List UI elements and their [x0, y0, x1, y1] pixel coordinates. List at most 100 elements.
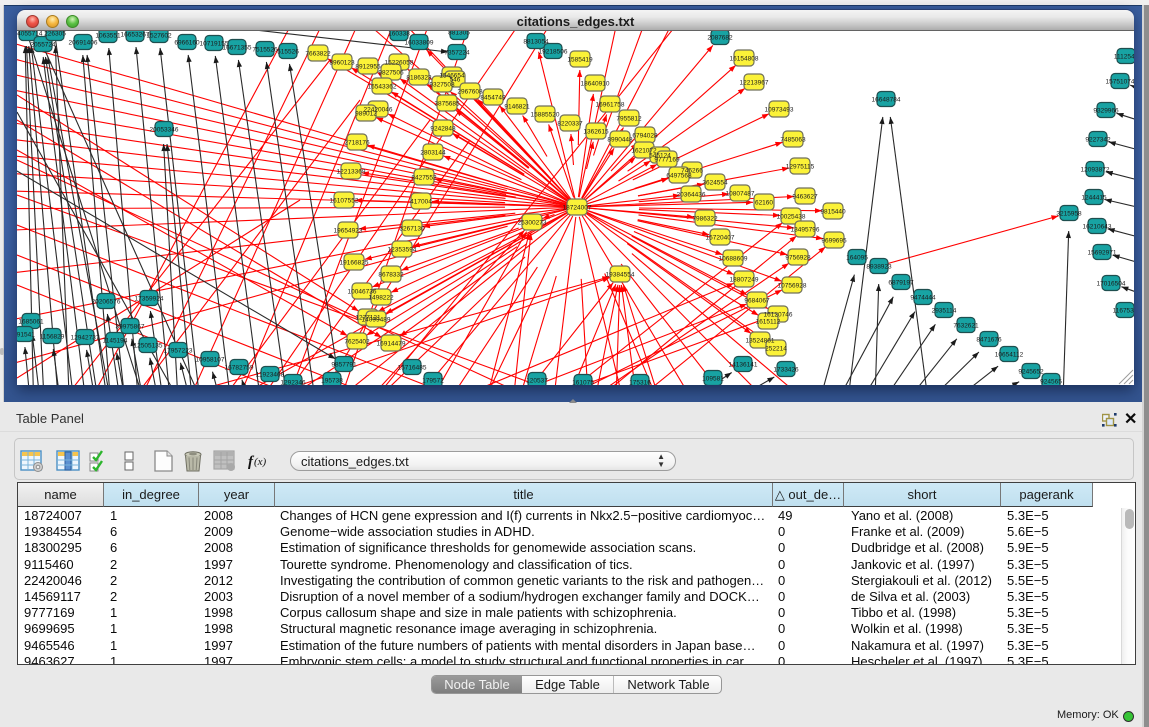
svg-text:16914479: 16914479: [377, 341, 406, 348]
svg-text:9327508: 9327508: [429, 82, 455, 89]
svg-text:16648784: 16648784: [872, 97, 901, 104]
svg-text:25300273: 25300273: [518, 220, 547, 227]
svg-text:7632621: 7632621: [953, 323, 979, 330]
svg-text:1167534: 1167534: [1113, 308, 1134, 315]
svg-text:195738: 195738: [321, 378, 343, 385]
svg-text:2935114: 2935114: [932, 308, 957, 315]
svg-text:19384554: 19384554: [606, 272, 635, 279]
svg-text:14055714: 14055714: [17, 31, 43, 38]
svg-text:18640910: 18640910: [581, 81, 610, 88]
svg-text:10654112: 10654112: [995, 352, 1024, 359]
svg-text:39975867: 39975867: [116, 324, 145, 331]
svg-text:2803144: 2803144: [420, 150, 446, 157]
svg-text:8990448: 8990448: [607, 137, 633, 144]
svg-text:1063551: 1063551: [95, 33, 121, 40]
svg-text:16961758: 16961758: [596, 102, 625, 109]
svg-text:924565: 924565: [1040, 379, 1062, 386]
svg-text:13524861: 13524861: [746, 338, 775, 345]
svg-text:10973493: 10973493: [765, 107, 794, 114]
svg-text:17016504: 17016504: [1097, 281, 1126, 288]
svg-text:10958107: 10958107: [196, 357, 225, 364]
svg-text:1112549: 1112549: [1114, 54, 1134, 61]
svg-text:1615112: 1615112: [756, 319, 781, 326]
svg-text:20364436: 20364436: [677, 192, 706, 199]
svg-text:881305: 881305: [448, 31, 470, 37]
svg-text:6794028: 6794028: [632, 133, 658, 140]
svg-text:20206576: 20206576: [92, 299, 121, 306]
svg-text:8960123: 8960123: [329, 60, 355, 67]
svg-text:16210643: 16210643: [1083, 224, 1112, 231]
svg-text:3267130: 3267130: [399, 226, 425, 233]
svg-text:12505135: 12505135: [134, 343, 163, 350]
svg-text:109581: 109581: [702, 376, 724, 383]
svg-text:164095: 164095: [846, 255, 868, 262]
svg-text:7357224: 7357224: [444, 50, 470, 57]
svg-text:9329966: 9329966: [1093, 108, 1119, 115]
svg-text:9463627: 9463627: [792, 194, 818, 201]
svg-text:8678332: 8678332: [378, 272, 404, 279]
svg-text:226305: 226305: [44, 31, 66, 38]
svg-text:16120746: 16120746: [764, 312, 793, 319]
svg-text:9857791: 9857791: [331, 362, 357, 369]
svg-text:11923468: 11923468: [256, 372, 285, 379]
svg-text:62160: 62160: [755, 200, 773, 207]
svg-text:16671355: 16671355: [223, 45, 252, 52]
svg-text:19166825: 19166825: [340, 260, 369, 267]
svg-text:8813054: 8813054: [523, 39, 549, 46]
svg-text:1585419: 1585419: [567, 57, 593, 64]
svg-text:9242848: 9242848: [430, 126, 456, 133]
svg-text:1498222: 1498222: [368, 295, 394, 302]
svg-text:7515526: 7515526: [252, 47, 278, 54]
svg-text:12093872: 12093872: [1081, 167, 1110, 174]
svg-text:12353594: 12353594: [388, 247, 417, 254]
svg-text:10025438: 10025438: [777, 214, 806, 221]
svg-text:2718176: 2718176: [344, 140, 370, 147]
svg-text:2055724: 2055724: [30, 42, 56, 49]
svg-text:3624554: 3624554: [702, 180, 728, 187]
svg-text:9815440: 9815440: [820, 209, 846, 216]
svg-text:8471676: 8471676: [976, 337, 1002, 344]
svg-text:515526: 515526: [277, 49, 299, 56]
svg-text:1156829: 1156829: [40, 334, 65, 341]
svg-text:7955812: 7955812: [616, 116, 642, 123]
svg-text:8220337: 8220337: [557, 121, 583, 128]
svg-text:16782759: 16782759: [225, 365, 254, 372]
svg-text:8186323: 8186323: [406, 75, 432, 82]
svg-text:7485063: 7485063: [780, 137, 806, 144]
svg-text:175316: 175316: [629, 380, 651, 386]
svg-text:8427552: 8427552: [411, 175, 437, 182]
svg-text:15885520: 15885520: [531, 112, 560, 119]
svg-text:8938923: 8938923: [866, 264, 892, 271]
svg-text:160338: 160338: [388, 31, 410, 38]
svg-text:15716485: 15716485: [398, 365, 427, 372]
svg-text:6966160: 6966160: [174, 40, 200, 47]
svg-text:1292346: 1292346: [280, 380, 306, 386]
svg-text:2087682: 2087682: [707, 35, 733, 42]
svg-text:9777169: 9777169: [654, 157, 680, 164]
svg-text:1362615: 1362615: [583, 129, 609, 136]
svg-text:18724007: 18724007: [563, 205, 592, 212]
svg-text:14099489: 14099489: [362, 317, 391, 324]
svg-text:7663822: 7663822: [305, 51, 331, 58]
svg-text:7986322: 7986322: [692, 216, 718, 223]
svg-text:9227342: 9227342: [1085, 137, 1111, 144]
svg-text:12213369: 12213369: [337, 169, 366, 176]
svg-text:9146821: 9146821: [504, 104, 530, 111]
svg-text:9474444: 9474444: [910, 295, 936, 302]
svg-text:19218506: 19218506: [539, 49, 568, 56]
svg-text:1244415: 1244415: [1081, 195, 1107, 202]
svg-text:3215958: 3215958: [1056, 211, 1082, 218]
svg-text:3875685: 3875685: [434, 101, 460, 108]
svg-text:120537: 120537: [526, 378, 548, 385]
svg-text:13495796: 13495796: [791, 227, 820, 234]
svg-text:19654923: 19654923: [334, 228, 363, 235]
svg-text:17957223: 17957223: [164, 348, 193, 355]
svg-text:12975115: 12975115: [786, 164, 815, 171]
svg-text:8912955: 8912955: [355, 64, 381, 71]
svg-text:17359924: 17359924: [135, 296, 164, 303]
svg-text:9684067: 9684067: [744, 298, 770, 305]
svg-text:7625402: 7625402: [344, 339, 370, 346]
svg-text:9245652: 9245652: [1018, 369, 1044, 376]
svg-text:6879197: 6879197: [888, 280, 914, 287]
svg-text:16154808: 16154808: [730, 56, 759, 63]
